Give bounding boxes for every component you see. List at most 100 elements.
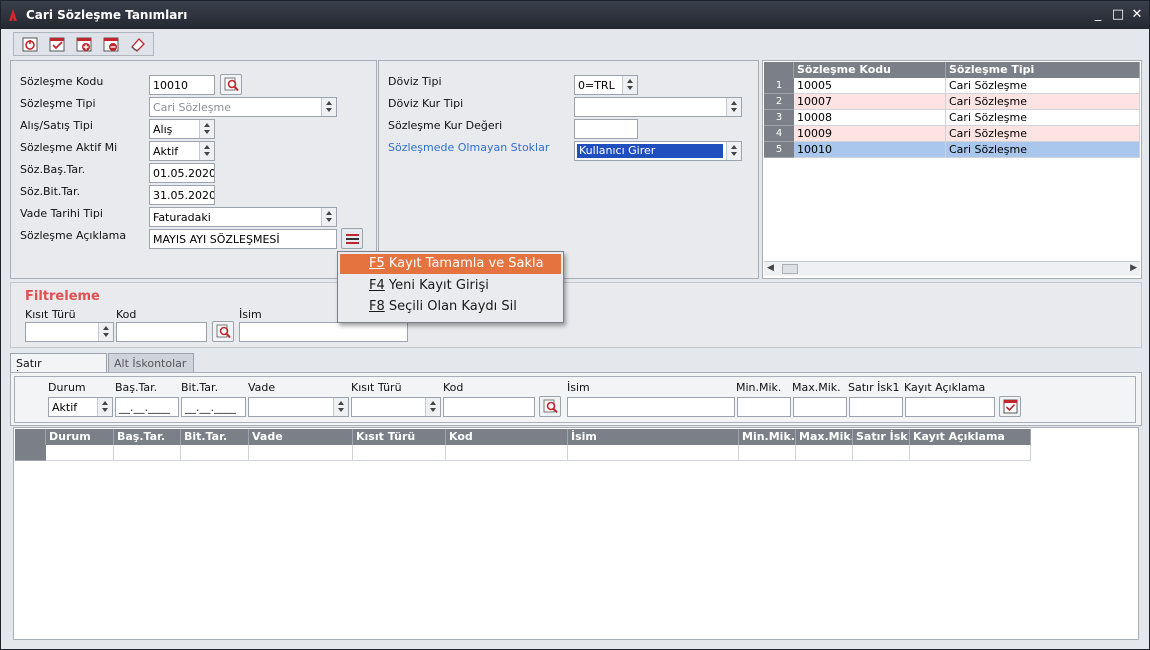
isk-add-row-button[interactable] [999, 396, 1021, 417]
doviz-kur-tipi-select[interactable] [574, 97, 742, 117]
close-button[interactable]: ✕ [1127, 6, 1147, 24]
isk-col-kod[interactable]: Kod [446, 429, 568, 445]
cell-kayit-aciklama[interactable] [910, 445, 1031, 461]
isk-durum-spinner[interactable] [97, 398, 112, 416]
alis-satis-tipi-select[interactable]: Alış [149, 119, 215, 139]
isk-vade-select[interactable] [248, 397, 349, 417]
menu-item-new[interactable]: F4 Yeni Kayıt Girişi [340, 276, 561, 296]
olmayan-stoklar-spinner[interactable] [726, 142, 741, 160]
isk-col-satir-isk1[interactable]: Satır İsk1 [853, 429, 910, 445]
cell-kod[interactable]: 10009 [794, 126, 946, 142]
isk-max-mik-input[interactable] [793, 397, 847, 417]
delete-record-button[interactable] [101, 35, 121, 54]
filter-kisit-turu-select[interactable] [25, 322, 114, 342]
isk-col-kisit-turu[interactable]: Kısıt Türü [353, 429, 446, 445]
actions-menu-button[interactable] [341, 228, 363, 249]
aktif-mi-select[interactable]: Aktif [149, 141, 215, 161]
kur-degeri-input[interactable] [574, 119, 638, 139]
cell-kod[interactable]: 10008 [794, 110, 946, 126]
isk-isim-input[interactable] [567, 397, 735, 417]
isk-kod-input[interactable] [443, 397, 535, 417]
cell-tip[interactable]: Cari Sözleşme [946, 126, 1140, 142]
sozlesme-tipi-spinner[interactable] [321, 98, 336, 116]
cell-vade[interactable] [249, 445, 353, 461]
cell-tip[interactable]: Cari Sözleşme [946, 110, 1140, 126]
sozlesme-kodu-search-button[interactable] [220, 74, 242, 95]
cell-min-mik[interactable] [739, 445, 796, 461]
cell-kod[interactable] [446, 445, 568, 461]
cell-satir-isk1[interactable] [853, 445, 910, 461]
bas-tar-input[interactable]: 01.05.2020 [149, 163, 215, 183]
grid-corner [764, 62, 794, 78]
doviz-tipi-spinner[interactable] [622, 76, 637, 94]
filter-kisit-turu-label: Kısıt Türü [25, 308, 76, 321]
isk-col-isim[interactable]: İsim [568, 429, 739, 445]
cell-isim[interactable] [568, 445, 739, 461]
filter-kisit-turu-spinner[interactable] [98, 323, 113, 341]
bit-tar-input[interactable]: 31.05.2020 [149, 185, 215, 205]
scroll-thumb[interactable] [782, 264, 798, 274]
cell-kod[interactable]: 10010 [794, 142, 946, 158]
exit-button[interactable] [20, 35, 40, 54]
isk-col-durum[interactable]: Durum [46, 429, 114, 445]
isk-col-vade[interactable]: Vade [249, 429, 353, 445]
vade-tarihi-tipi-select[interactable]: Faturadaki [149, 207, 337, 227]
sozlesme-tipi-select[interactable]: Cari Sözleşme [149, 97, 337, 117]
cell-kod[interactable]: 10005 [794, 78, 946, 94]
isk-durum-select[interactable]: Aktif [48, 397, 113, 417]
cell-durum[interactable] [46, 445, 114, 461]
check-list-icon [1003, 399, 1018, 414]
scroll-left-icon[interactable]: ◀ [767, 263, 774, 273]
menu-item-save[interactable]: F5 Kayıt Tamamla ve Sakla [340, 254, 561, 274]
cell-kisit-turu[interactable] [353, 445, 446, 461]
horizontal-scrollbar[interactable]: ◀ ▶ [764, 261, 1140, 276]
isk-bas-tar-input[interactable]: __.__.____ [115, 397, 179, 417]
cell-bit-tar[interactable] [181, 445, 249, 461]
sozlesme-kodu-input[interactable]: 10010 [149, 75, 215, 95]
doviz-tipi-select[interactable]: 0=TRL [574, 75, 638, 95]
isk-col-bas-tar[interactable]: Baş.Tar. [114, 429, 181, 445]
minimize-button[interactable]: _ [1088, 6, 1108, 24]
delete-record-icon [103, 37, 119, 52]
filter-isim-input[interactable] [239, 322, 408, 342]
isk-vade-spinner[interactable] [333, 398, 348, 416]
isk-col-bit-tar[interactable]: Bit.Tar. [181, 429, 249, 445]
menu-item-delete[interactable]: F8 Seçili Olan Kaydı Sil [340, 297, 561, 317]
cell-tip[interactable]: Cari Sözleşme [946, 78, 1140, 94]
scroll-right-icon[interactable]: ▶ [1130, 263, 1137, 273]
isk-min-mik-input[interactable] [737, 397, 791, 417]
vade-tarihi-tipi-spinner[interactable] [321, 208, 336, 226]
isk-bit-tar-input[interactable]: __.__.____ [181, 397, 246, 417]
row-number: 4 [764, 126, 794, 142]
cell-tip[interactable]: Cari Sözleşme [946, 94, 1140, 110]
isk-col-min-mik[interactable]: Min.Mik. [739, 429, 796, 445]
new-record-button[interactable] [74, 35, 94, 54]
alis-satis-tipi-spinner[interactable] [199, 120, 214, 138]
olmayan-stoklar-select[interactable]: Kullanıcı Girer [574, 141, 742, 161]
col-header-kod[interactable]: Sözleşme Kodu [794, 62, 946, 78]
isk-col-max-mik[interactable]: Max.Mik. [796, 429, 853, 445]
doviz-kur-tipi-spinner[interactable] [726, 98, 741, 116]
contract-form-left: Sözleşme Kodu 10010 Sözleşme Tipi Cari S… [10, 60, 377, 279]
isk-satir-isk1-input[interactable] [849, 397, 903, 417]
aciklama-input[interactable]: MAYIS AYI SÖZLEŞMESİ [149, 229, 337, 249]
isk-kisit-turu-spinner[interactable] [425, 398, 440, 416]
cell-max-mik[interactable] [796, 445, 853, 461]
filter-kod-search-button[interactable] [212, 321, 234, 342]
maximize-button[interactable]: □ [1108, 6, 1128, 24]
isk-kisit-turu-select[interactable] [351, 397, 441, 417]
cell-kod[interactable]: 10007 [794, 94, 946, 110]
filter-panel: Filtreleme Kısıt Türü Kod İsim [10, 282, 1142, 348]
col-header-tip[interactable]: Sözleşme Tipi [946, 62, 1140, 78]
isk-col-kayit-aciklama[interactable]: Kayıt Açıklama [910, 429, 1031, 445]
cell-bas-tar[interactable] [114, 445, 181, 461]
clear-button[interactable] [128, 35, 148, 54]
isk-kod-search-button[interactable] [539, 396, 561, 417]
isk-kayit-aciklama-input[interactable] [905, 397, 995, 417]
save-record-button[interactable] [47, 35, 67, 54]
tab-satir-iskontolari[interactable]: Satır İskontoları [10, 353, 107, 383]
cell-tip[interactable]: Cari Sözleşme [946, 142, 1140, 158]
tab-alt-iskontolar[interactable]: Alt İskontolar [108, 353, 194, 372]
filter-kod-input[interactable] [116, 322, 207, 342]
aktif-mi-spinner[interactable] [199, 142, 214, 160]
